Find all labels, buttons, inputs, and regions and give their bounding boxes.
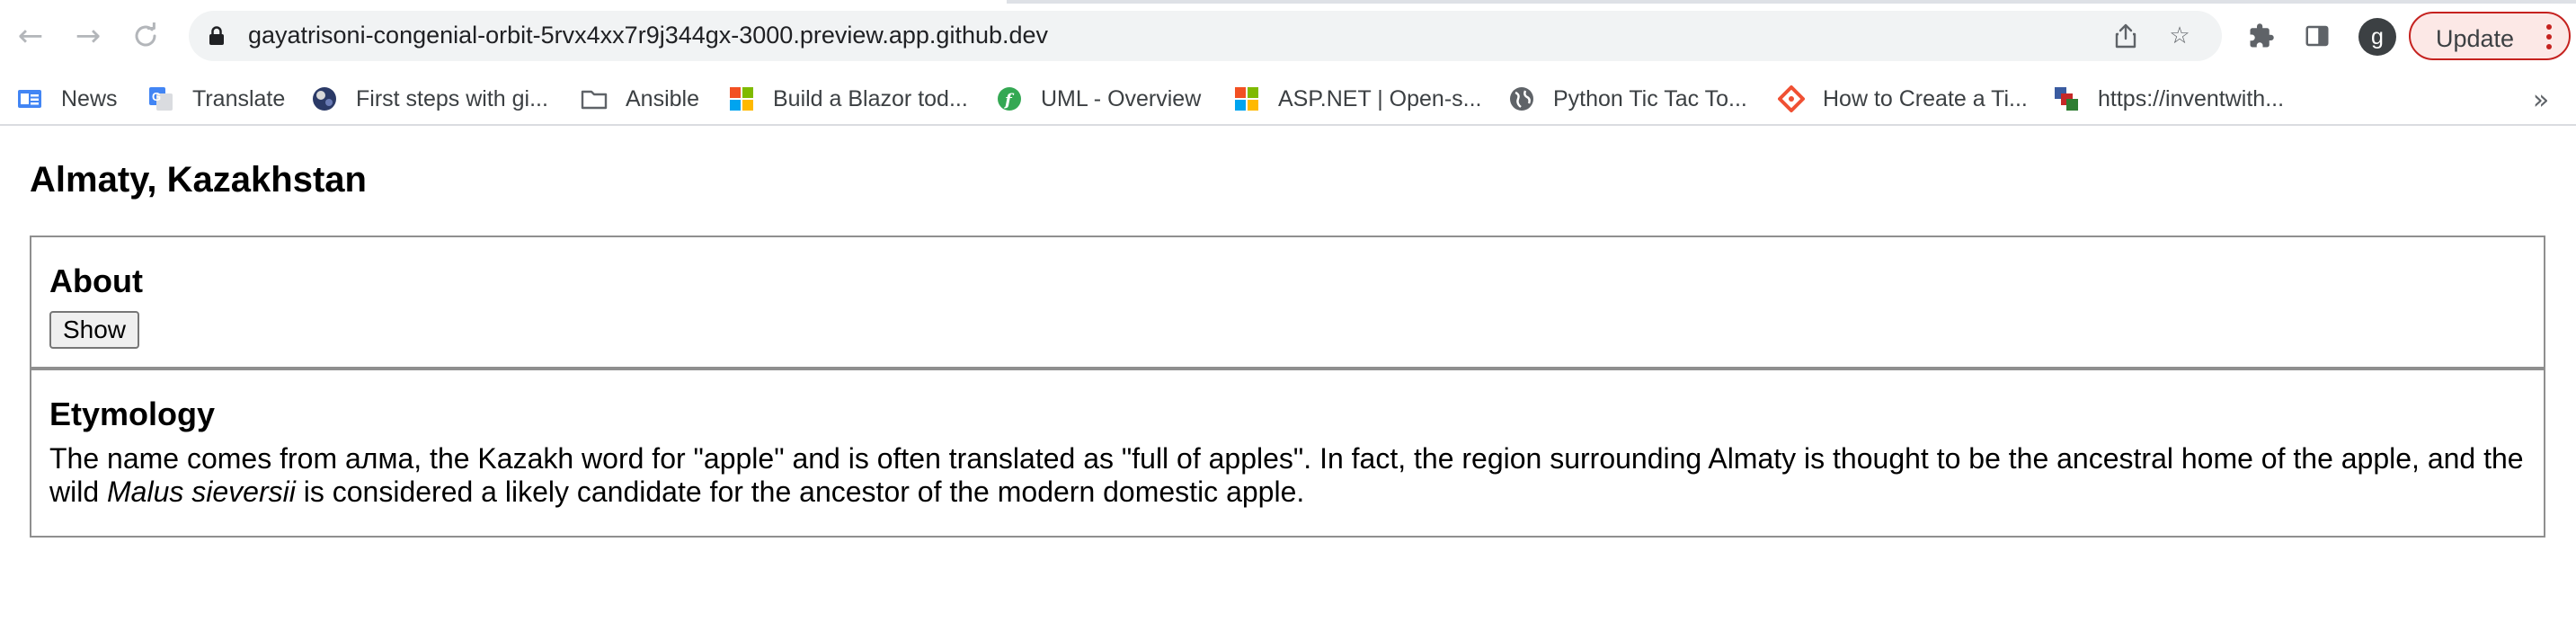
git-diamond-icon	[1778, 85, 1805, 112]
tab-strip-edge	[0, 0, 2576, 4]
bookmark-label: Ansible	[626, 85, 699, 111]
reload-icon	[135, 22, 156, 47]
profile-avatar[interactable]: g	[2358, 18, 2396, 56]
google-news-icon	[18, 90, 41, 108]
folder-icon	[581, 90, 608, 110]
active-tab-edge	[0, 0, 1007, 4]
extensions-button[interactable]	[2245, 20, 2278, 52]
bookmark-label: https://inventwith...	[2098, 85, 2285, 111]
bookmark-label: UML - Overview	[1041, 85, 1202, 111]
species-name: Malus sieversii	[107, 476, 296, 508]
bookmark-news[interactable]: News	[16, 81, 118, 117]
update-label: Update	[2436, 25, 2515, 52]
bookmark-inventwith[interactable]: https://inventwith...	[2053, 81, 2284, 117]
green-f-icon: f	[998, 87, 1021, 111]
microsoft-logo-icon	[730, 87, 753, 111]
side-panel-button[interactable]	[2301, 20, 2333, 52]
bookmark-uml[interactable]: f UML - Overview	[996, 81, 1201, 117]
arrow-right-icon: →	[75, 18, 102, 54]
share-button[interactable]	[2112, 22, 2139, 49]
puzzle-icon	[2250, 23, 2274, 48]
etymology-heading: Etymology	[49, 396, 216, 432]
bookmark-first-steps[interactable]: First steps with gi...	[311, 81, 548, 117]
bookmark-label: Build a Blazor tod...	[773, 85, 968, 111]
update-button[interactable]: Update	[2409, 12, 2571, 60]
show-button[interactable]: Show	[49, 311, 139, 349]
google-translate-icon: G	[149, 87, 173, 111]
bookmark-aspnet[interactable]: ASP.NET | Open-s...	[1233, 81, 1482, 117]
about-heading: About	[49, 262, 143, 299]
bookmark-star-button[interactable]: ☆	[2166, 22, 2193, 49]
arrow-left-icon: ←	[17, 18, 44, 54]
bookmark-how-to-create[interactable]: How to Create a Ti...	[1778, 81, 2028, 117]
bookmark-label: ASP.NET | Open-s...	[1278, 85, 1482, 111]
globe-icon	[1510, 87, 1533, 111]
etymology-section: Etymology The name comes from алма, the …	[30, 369, 2545, 538]
bookmark-blazor[interactable]: Build a Blazor tod...	[728, 81, 968, 117]
page-title: Almaty, Kazakhstan	[30, 160, 367, 200]
bookmark-label: How to Create a Ti...	[1823, 85, 2028, 111]
back-button[interactable]: ←	[11, 16, 50, 56]
bookmark-label: First steps with gi...	[356, 85, 548, 111]
bookmark-ansible-folder[interactable]: Ansible	[581, 81, 699, 117]
bookmark-label: Python Tic Tac To...	[1553, 85, 1747, 111]
bookmarks-bar: News G Translate First steps with gi... …	[0, 74, 2576, 126]
address-bar[interactable]: gayatrisoni-congenial-orbit-5rvx4xx7r9j3…	[189, 11, 2222, 61]
about-section: About Show	[30, 236, 2545, 369]
more-vertical-icon	[2545, 24, 2553, 49]
reload-button[interactable]	[126, 16, 165, 56]
lock-icon	[209, 26, 224, 45]
multicolor-squares-icon	[2055, 87, 2078, 111]
bookmark-label: Translate	[192, 85, 286, 111]
etymology-paragraph: The name comes from алма, the Kazakh wor…	[49, 442, 2530, 509]
side-panel-icon	[2305, 25, 2329, 47]
bookmark-python-tic-tac[interactable]: Python Tic Tac To...	[1508, 81, 1747, 117]
bookmark-translate[interactable]: G Translate	[147, 81, 285, 117]
browser-toolbar: ← → gayatrisoni-congenial-orbit-5rvx4xx7…	[0, 0, 2576, 74]
svg-text:G: G	[152, 90, 161, 103]
microsoft-logo-icon	[1235, 87, 1258, 111]
forward-button[interactable]: →	[68, 16, 108, 56]
globe-photo-icon	[313, 87, 336, 111]
bookmarks-overflow-button[interactable]: »	[2526, 84, 2556, 116]
share-icon	[2115, 23, 2136, 49]
star-icon: ☆	[2169, 22, 2190, 49]
bookmark-label: News	[61, 85, 118, 111]
url-text[interactable]: gayatrisoni-congenial-orbit-5rvx4xx7r9j3…	[248, 22, 1048, 49]
etymology-text-part2: is considered a likely candidate for the…	[295, 476, 1305, 508]
